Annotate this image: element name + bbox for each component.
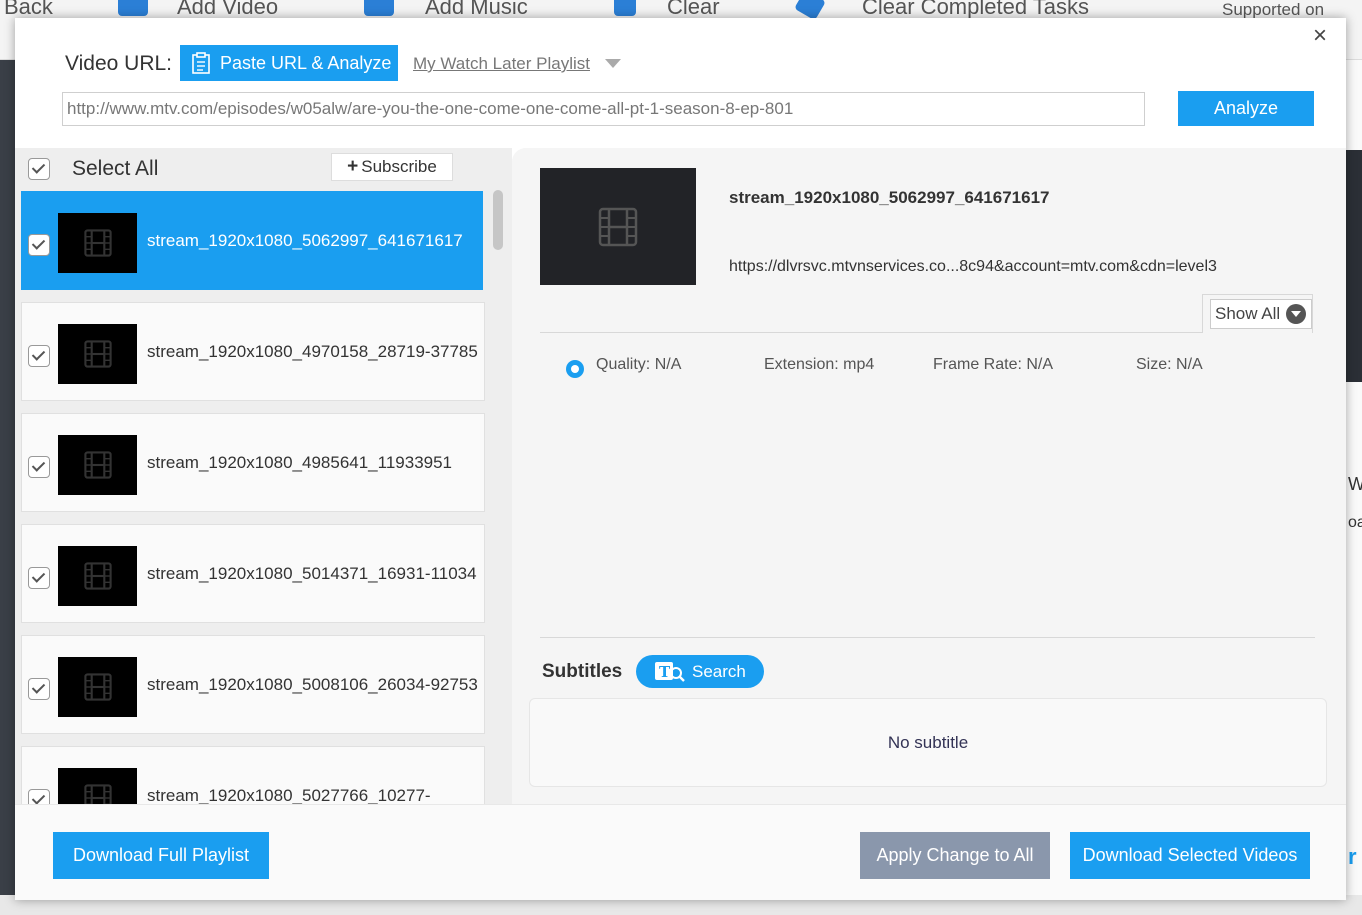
video-list-item-title: stream_1920x1080_5062997_641671617 — [147, 230, 463, 250]
video-checkbox[interactable] — [28, 678, 50, 700]
add-video-button[interactable]: Add Video — [177, 0, 278, 20]
add-music-icon — [364, 0, 394, 16]
clear-completed-button[interactable]: Clear Completed Tasks — [862, 0, 1089, 20]
film-icon — [598, 207, 638, 246]
extension-value: Extension: mp4 — [764, 356, 875, 373]
video-list-item[interactable]: stream_1920x1080_5027766_10277- — [21, 746, 485, 804]
video-list-item[interactable]: stream_1920x1080_5014371_16931-11034 — [21, 524, 485, 623]
video-list-item-title: stream_1920x1080_5027766_10277- — [147, 785, 431, 805]
back-button[interactable]: Back — [4, 0, 53, 20]
checkmark-icon — [31, 569, 46, 583]
video-url-label: Video URL: — [65, 52, 173, 75]
background-text-fragment: oa — [1348, 514, 1362, 531]
clear-icon — [614, 0, 636, 16]
clipboard-icon — [192, 52, 210, 74]
checkmark-icon — [31, 791, 46, 804]
background-text-fragment: W — [1348, 474, 1362, 494]
film-icon — [83, 451, 112, 479]
watch-later-playlist-link[interactable]: My Watch Later Playlist — [413, 54, 590, 74]
divider — [540, 637, 1315, 638]
divider — [540, 332, 1202, 333]
search-label: Search — [692, 661, 746, 681]
video-thumbnail — [58, 546, 137, 606]
checkmark-icon — [31, 458, 46, 472]
video-detail-panel: stream_1920x1080_5062997_641671617 https… — [512, 148, 1346, 804]
subtitle-search-icon: T — [655, 661, 685, 682]
video-url-input[interactable] — [62, 92, 1145, 126]
video-source-url: https://dlvrsvc.mtvnservices.co...8c94&a… — [729, 258, 1217, 275]
apply-change-to-all-button[interactable]: Apply Change to All — [860, 832, 1050, 879]
download-full-playlist-button[interactable]: Download Full Playlist — [53, 832, 269, 879]
film-icon — [83, 673, 112, 701]
select-all-label[interactable]: Select All — [72, 157, 158, 181]
subtitle-list: No subtitle — [529, 698, 1327, 787]
checkmark-icon — [31, 680, 46, 694]
video-checkbox[interactable] — [28, 789, 50, 804]
format-radio-button[interactable] — [566, 360, 584, 378]
svg-text:T: T — [659, 663, 671, 681]
video-thumbnail — [58, 324, 137, 384]
size-value: Size: N/A — [1136, 356, 1203, 373]
video-list-panel: Select All + Subscribe stream_1920x1080_… — [15, 148, 512, 804]
video-checkbox[interactable] — [28, 456, 50, 478]
no-subtitle-message: No subtitle — [887, 732, 969, 752]
add-video-icon — [118, 0, 148, 16]
show-all-dropdown[interactable]: Show All — [1210, 299, 1312, 329]
checkmark-icon — [31, 347, 46, 361]
video-thumbnail — [58, 213, 137, 273]
supported-sites-link[interactable]: Supported on — [1222, 0, 1324, 20]
show-all-tab: Show All — [1202, 294, 1313, 333]
subscribe-label: Subscribe — [361, 157, 437, 176]
detail-content: stream_1920x1080_5062997_641671617 https… — [512, 148, 1346, 804]
background-text-fragment: r — [1348, 844, 1357, 869]
close-icon[interactable]: × — [1308, 24, 1332, 48]
video-checkbox[interactable] — [28, 234, 50, 256]
quality-value: Quality: N/A — [596, 356, 682, 373]
video-checkbox[interactable] — [28, 345, 50, 367]
video-list-item-title: stream_1920x1080_5008106_26034-92753 — [147, 674, 478, 694]
film-icon — [83, 229, 112, 257]
video-list-item-title: stream_1920x1080_4970158_28719-37785 — [147, 341, 478, 361]
paste-url-analyze-button[interactable]: Paste URL & Analyze — [180, 45, 398, 81]
video-title: stream_1920x1080_5062997_641671617 — [729, 188, 1050, 207]
video-list-item-title: stream_1920x1080_5014371_16931-11034 — [147, 563, 477, 583]
download-selected-videos-button[interactable]: Download Selected Videos — [1070, 832, 1310, 879]
checkmark-icon — [31, 160, 46, 174]
video-list-item-title: stream_1920x1080_4985641_11933951 — [147, 452, 453, 472]
chevron-down-icon[interactable] — [605, 59, 621, 68]
analyze-button[interactable]: Analyze — [1178, 91, 1314, 126]
video-thumbnail — [58, 657, 137, 717]
film-icon — [83, 562, 112, 590]
list-scrollbar[interactable] — [493, 190, 503, 250]
frame-rate-value: Frame Rate: N/A — [933, 356, 1054, 373]
background-preview — [1346, 150, 1362, 382]
video-checkbox[interactable] — [28, 567, 50, 589]
film-icon — [83, 784, 112, 804]
checkmark-icon — [31, 236, 46, 250]
video-thumbnail — [58, 435, 137, 495]
analyze-dialog: × Video URL: Paste URL & Analyze My Watc… — [15, 18, 1346, 900]
paste-url-analyze-label: Paste URL & Analyze — [220, 52, 392, 73]
video-thumbnail — [540, 168, 696, 285]
plus-icon: + — [347, 156, 359, 177]
video-list-item[interactable]: stream_1920x1080_5062997_641671617 — [21, 191, 483, 290]
video-list-item[interactable]: stream_1920x1080_4985641_11933951 — [21, 413, 485, 512]
video-list-item[interactable]: stream_1920x1080_4970158_28719-37785 — [21, 302, 485, 401]
video-list-item[interactable]: stream_1920x1080_5008106_26034-92753 — [21, 635, 485, 734]
chevron-down-icon — [1286, 304, 1307, 324]
format-option-row[interactable]: Quality: N/A Extension: mp4 Frame Rate: … — [562, 356, 1322, 378]
select-all-checkbox[interactable] — [28, 158, 50, 180]
film-icon — [83, 340, 112, 368]
dialog-footer: Download Full Playlist Apply Change to A… — [15, 804, 1346, 900]
show-all-label: Show All — [1215, 304, 1281, 323]
video-thumbnail — [58, 768, 137, 804]
add-music-button[interactable]: Add Music — [425, 0, 528, 20]
subtitle-search-button[interactable]: T Search — [636, 655, 764, 688]
subtitles-heading: Subtitles — [542, 661, 623, 682]
clear-button[interactable]: Clear — [667, 0, 720, 20]
subscribe-button[interactable]: + Subscribe — [331, 153, 453, 181]
